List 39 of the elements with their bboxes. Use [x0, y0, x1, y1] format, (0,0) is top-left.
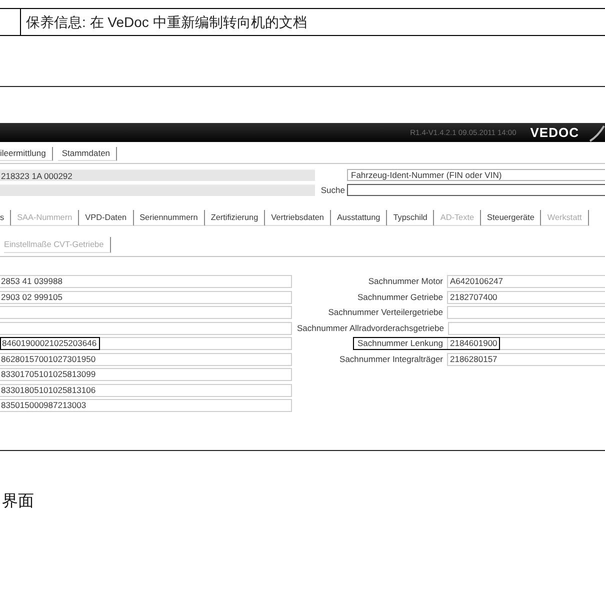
input-field[interactable]: 2186280157	[447, 352, 605, 366]
field-label: Sachnummer Allradvorderachsgetriebe	[297, 322, 444, 334]
tab[interactable]: VPD-Daten	[79, 210, 134, 226]
tab[interactable]: Zertifizierung	[204, 210, 266, 226]
input-field[interactable]	[0, 306, 292, 319]
input-field[interactable]: 835015000987213003	[0, 399, 292, 412]
section-title: 保养信息: 在 VeDoc 中重新编制转向机的文档	[26, 13, 307, 31]
input-field[interactable]	[448, 322, 605, 334]
input-field[interactable]	[447, 306, 605, 319]
tab[interactable]: ileermittlung	[0, 147, 53, 161]
field-label: Sachnummer Motor	[368, 276, 443, 287]
tab[interactable]: Seriennummern	[134, 210, 205, 226]
field-label: Sachnummer Verteilergetriebe	[328, 307, 443, 318]
input-field[interactable]: A6420106247	[447, 275, 605, 288]
swoosh-icon	[589, 125, 605, 142]
input-field[interactable]	[0, 322, 292, 334]
field-label: Sachnummer Getriebe	[357, 292, 443, 302]
select-field[interactable]: Fahrzeug-Ident-Nummer (FIN oder VIN)	[347, 169, 605, 181]
search-field[interactable]	[347, 184, 605, 196]
readonly-field: 218323 1A 000292	[0, 169, 315, 181]
search-label: Suche	[320, 184, 346, 196]
input-field[interactable]: 86280157001027301950	[0, 352, 292, 366]
input-field[interactable]: 84601900021025203646	[0, 337, 292, 350]
input-field[interactable]: 2182707400	[447, 290, 605, 304]
field-label: Sachnummer Lenkung	[353, 337, 447, 350]
input-field[interactable]: 2903 02 999105	[0, 290, 292, 304]
tab[interactable]: Ausstattung	[330, 210, 388, 226]
logo: VEDOC	[530, 125, 579, 140]
input-field[interactable]: 83301805101025813106	[0, 384, 292, 396]
tab[interactable]: Stammdaten	[58, 147, 118, 161]
tab[interactable]: s	[0, 210, 12, 226]
input-field[interactable]: 83301705101025813099	[0, 368, 292, 381]
tab[interactable]: Steuergeräte	[481, 210, 542, 226]
input-field[interactable]: 2184601900	[447, 337, 605, 350]
input-field[interactable]: 2853 41 039988	[0, 275, 292, 288]
tab[interactable]: Vertriebsdaten	[265, 210, 331, 226]
caption-text: 界面	[2, 492, 34, 510]
tab[interactable]: Typschild	[387, 210, 434, 226]
field-label: Sachnummer Integralträger	[340, 354, 443, 364]
